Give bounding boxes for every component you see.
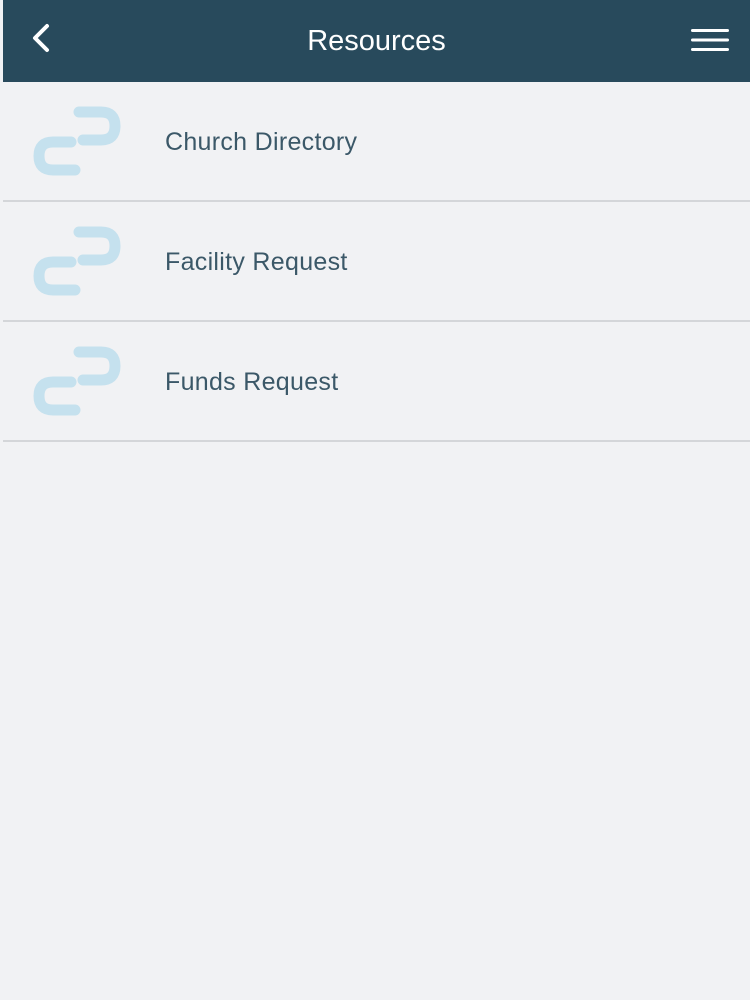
link-icon <box>29 338 125 424</box>
list-item-label: Church Directory <box>165 128 358 156</box>
hamburger-menu-icon <box>690 27 730 58</box>
link-icon <box>29 98 125 184</box>
list-item-funds-request[interactable]: Funds Request <box>3 322 750 442</box>
link-icon <box>29 218 125 304</box>
list-item-label: Facility Request <box>165 248 348 276</box>
chevron-left-icon <box>27 21 55 60</box>
resources-screen: Resources Church Directory Facility Requ… <box>0 0 750 1000</box>
list-item-church-directory[interactable]: Church Directory <box>3 82 750 202</box>
list-item-facility-request[interactable]: Facility Request <box>3 202 750 322</box>
page-title: Resources <box>307 25 446 57</box>
app-header: Resources <box>3 0 750 82</box>
list-item-label: Funds Request <box>165 368 339 396</box>
back-button[interactable] <box>17 16 65 64</box>
resource-list: Church Directory Facility Request Funds … <box>3 82 750 442</box>
menu-button[interactable] <box>686 20 734 64</box>
